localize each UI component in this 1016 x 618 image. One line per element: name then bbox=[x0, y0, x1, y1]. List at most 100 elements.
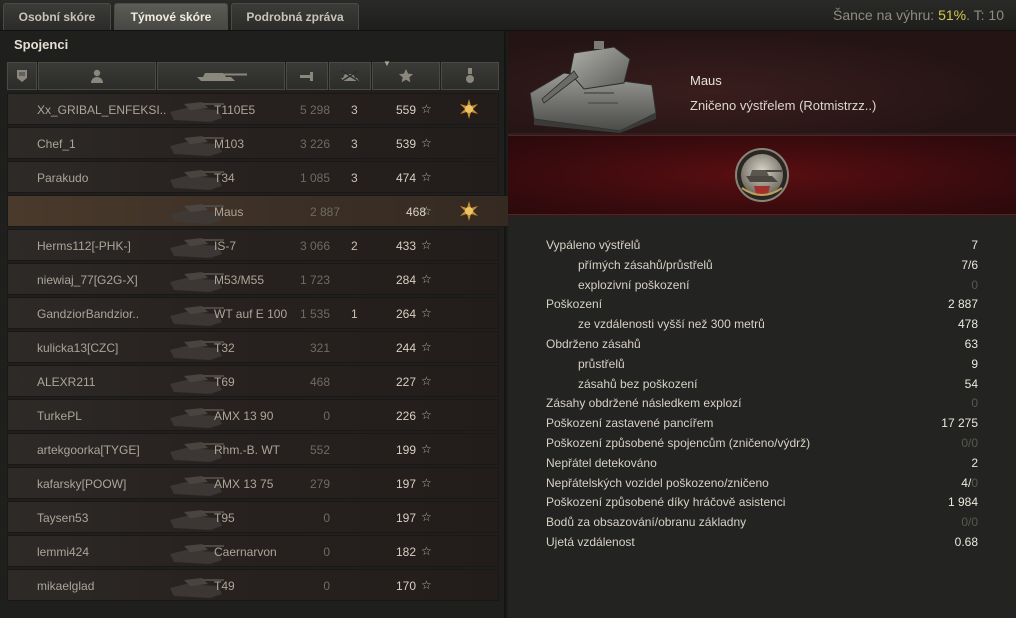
kills-value: 2 bbox=[351, 239, 358, 253]
xp-value: 199 bbox=[395, 443, 416, 457]
medal-badge-icon[interactable] bbox=[458, 200, 480, 222]
tank-name: WT auf E 100 bbox=[214, 307, 288, 321]
damage-value: 552 bbox=[309, 443, 330, 457]
vehicle-status: Zničeno výstřelem (Rotmistrzz..) bbox=[690, 98, 877, 113]
tank-name: T110E5 bbox=[214, 103, 256, 117]
player-row[interactable]: GandziorBandzior.. WT auf E 100 1 535 1 … bbox=[7, 297, 499, 329]
stat-row: zásahů bez poškození 54 bbox=[546, 375, 978, 395]
stat-label: explozivní poškození bbox=[578, 277, 690, 292]
xp-value: 227 bbox=[395, 375, 416, 389]
player-row[interactable]: Xx_GRIBAL_ENFEKSI.. T110E5 5 298 3 559 ☆ bbox=[7, 93, 499, 125]
xp-star-icon: ☆ bbox=[421, 476, 432, 490]
damage-value: 3 066 bbox=[299, 239, 330, 253]
player-name: Parakudo bbox=[37, 171, 89, 185]
stat-value: 0/0 bbox=[961, 515, 978, 530]
stat-value: 17 275 bbox=[941, 416, 978, 431]
stat-row: Poškození zastavené pancířem 17 275 bbox=[546, 414, 978, 434]
stat-row: Ujetá vzdálenost 0.68 bbox=[546, 533, 978, 553]
stat-value: 4/0 bbox=[961, 475, 978, 490]
stat-value: 1 984 bbox=[947, 495, 978, 510]
damage-value: 468 bbox=[309, 375, 330, 389]
player-name: GandziorBandzior.. bbox=[37, 307, 140, 321]
stat-label: zásahů bez poškození bbox=[578, 376, 698, 391]
xp-value: 284 bbox=[395, 273, 416, 287]
stat-label: přímých zásahů/průstřelů bbox=[578, 257, 713, 272]
maus-tank-image bbox=[529, 41, 657, 133]
column-damage[interactable] bbox=[286, 62, 328, 90]
column-kills[interactable] bbox=[329, 62, 371, 90]
sort-desc-icon: ▼ bbox=[383, 59, 391, 68]
stat-label: ze vzdálenosti vyšší než 300 metrů bbox=[578, 317, 765, 332]
player-row[interactable]: ALEXR211 T69 468 227 ☆ bbox=[7, 365, 499, 397]
xp-value: 244 bbox=[395, 341, 416, 355]
xp-star-icon: ☆ bbox=[421, 306, 432, 320]
tank-name: Rhm.-B. WT bbox=[214, 443, 280, 457]
xp-star-icon: ☆ bbox=[421, 578, 432, 592]
achievement-medal-icon[interactable] bbox=[732, 142, 792, 208]
stat-label: Poškození bbox=[546, 297, 603, 312]
player-row[interactable]: kulicka13[CZC] T32 321 244 ☆ bbox=[7, 331, 499, 363]
stat-row: Poškození způsobené spojencům (zničeno/v… bbox=[546, 434, 978, 454]
xp-value: 474 bbox=[395, 171, 416, 185]
tank-name: T34 bbox=[214, 171, 235, 185]
column-tank[interactable] bbox=[157, 62, 285, 90]
player-row[interactable]: TurkePL AMX 13 90 0 226 ☆ bbox=[7, 399, 499, 431]
stat-row: Nepřátel detekováno 2 bbox=[546, 454, 978, 474]
column-squad[interactable] bbox=[7, 62, 37, 90]
column-medals[interactable] bbox=[441, 62, 499, 90]
tank-name: AMX 13 75 bbox=[214, 477, 274, 491]
stat-label: Poškození způsobené díky hráčově asisten… bbox=[546, 495, 786, 510]
xp-star-icon: ☆ bbox=[421, 510, 432, 524]
stat-value: 9 bbox=[971, 356, 978, 371]
player-row[interactable]: kafarsky[POOW] AMX 13 75 279 197 ☆ bbox=[7, 467, 499, 499]
stat-label: Bodů za obsazování/obranu základny bbox=[546, 515, 747, 530]
stat-row: Vypáleno výstřelů 7 bbox=[546, 236, 978, 256]
kills-value: 3 bbox=[351, 103, 358, 117]
stat-value: 478 bbox=[957, 317, 978, 332]
tab-personal-score[interactable]: Osobní skóre bbox=[3, 3, 111, 30]
tank-icon bbox=[197, 73, 247, 81]
top-bar: Osobní skóre Týmové skóre Podrobná zpráv… bbox=[0, 0, 1016, 31]
player-name: Taysen53 bbox=[37, 511, 89, 525]
damage-value: 0 bbox=[323, 545, 330, 559]
stat-row: explozivní poškození 0 bbox=[546, 276, 978, 296]
xp-value: 559 bbox=[395, 103, 416, 117]
stat-label: Vypáleno výstřelů bbox=[546, 238, 641, 252]
tab-team-score[interactable]: Týmové skóre bbox=[114, 3, 228, 30]
player-name: TurkePL bbox=[37, 409, 82, 423]
stat-value: 7/6 bbox=[961, 257, 978, 272]
kills-value: 1 bbox=[351, 307, 358, 321]
xp-value: 170 bbox=[395, 579, 416, 593]
player-name: niewiaj_77[G2G-X] bbox=[37, 273, 138, 287]
xp-star-icon: ☆ bbox=[421, 238, 432, 252]
player-row[interactable]: niewiaj_77[G2G-X] M53/M55 1 723 284 ☆ bbox=[7, 263, 499, 295]
stat-value: 63 bbox=[964, 336, 978, 351]
column-player[interactable] bbox=[38, 62, 156, 90]
damage-value: 2 887 bbox=[309, 205, 340, 219]
stat-label: Nepřátelských vozidel poškozeno/zničeno bbox=[546, 475, 769, 490]
tank-name: M103 bbox=[214, 137, 245, 151]
damage-value: 5 298 bbox=[299, 103, 330, 117]
allies-title: Spojenci bbox=[14, 37, 69, 52]
player-row[interactable]: Chef_1 M103 3 226 3 539 ☆ bbox=[7, 127, 499, 159]
player-row[interactable]: mikaelglad T49 0 170 ☆ bbox=[7, 569, 499, 601]
stat-label: Poškození způsobené spojencům (zničeno/v… bbox=[546, 435, 811, 450]
player-row[interactable]: Herms112[-PHK-] IS-7 3 066 2 433 ☆ bbox=[7, 229, 499, 261]
medal-badge-icon[interactable] bbox=[458, 98, 480, 120]
player-row[interactable]: Taysen53 T95 0 197 ☆ bbox=[7, 501, 499, 533]
stat-row: Obdrženo zásahů 63 bbox=[546, 335, 978, 355]
xp-star-icon: ☆ bbox=[421, 204, 432, 218]
player-row[interactable]: Maus 2 887 468 ☆ bbox=[7, 195, 509, 227]
xp-star-icon: ☆ bbox=[421, 340, 432, 354]
stat-label: Ujetá vzdálenost bbox=[546, 534, 635, 549]
tank-name: Maus bbox=[214, 205, 244, 219]
player-row[interactable]: Parakudo T34 1 085 3 474 ☆ bbox=[7, 161, 499, 193]
xp-star-icon: ☆ bbox=[421, 442, 432, 456]
stat-value: 7 bbox=[971, 238, 978, 252]
player-row[interactable]: artekgoorka[TYGE] Rhm.-B. WT 552 199 ☆ bbox=[7, 433, 499, 465]
player-row[interactable]: lemmi424 Caernarvon 0 182 ☆ bbox=[7, 535, 499, 567]
kills-value: 3 bbox=[351, 171, 358, 185]
stat-value: 0 bbox=[971, 277, 978, 292]
tab-detailed-report[interactable]: Podrobná zpráva bbox=[231, 3, 359, 30]
damage-value: 0 bbox=[323, 579, 330, 593]
